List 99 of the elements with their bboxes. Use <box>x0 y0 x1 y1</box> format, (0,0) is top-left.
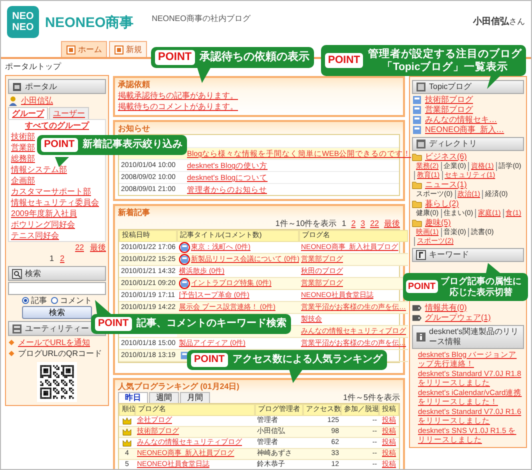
utility-icon <box>12 324 22 334</box>
topic-icon <box>416 82 426 92</box>
nav-tab[interactable]: 新規 <box>109 41 147 57</box>
keyword-icon <box>416 250 426 260</box>
page-link[interactable]: 2 <box>351 218 356 229</box>
search-button[interactable]: 検索 <box>22 306 92 319</box>
point-label: POINT <box>191 353 228 367</box>
panel-title: お知らせ <box>118 123 151 134</box>
radio-button[interactable] <box>51 297 58 304</box>
breadcrumb: ポータルトップ <box>5 61 62 72</box>
period-tab[interactable]: 月間 <box>180 392 210 403</box>
group-link[interactable]: 情報システム部 <box>11 164 67 175</box>
group-link[interactable]: 情報セキュリティ委員会 <box>11 197 99 208</box>
section-title: desknet's関連製品のリリース情報 <box>429 326 520 347</box>
topic-blog-link[interactable]: 技術部ブログ <box>425 95 473 105</box>
point-label: POINT <box>95 317 132 331</box>
user-name: 小田信弘さん <box>473 16 525 27</box>
page-link[interactable]: 3 <box>360 218 366 229</box>
page-link[interactable]: 1 <box>342 218 346 229</box>
group-link[interactable]: テニス同好会 <box>11 230 59 241</box>
utility-link[interactable]: メールでURLを通知 <box>18 337 90 348</box>
callout-pointer <box>55 157 69 167</box>
section-title: キーワード <box>429 250 469 260</box>
keyword-link[interactable]: 情報共有(0) <box>425 302 467 313</box>
last-page-link[interactable]: 最後 <box>384 218 400 229</box>
topic-blog-link[interactable]: みんなの情報セキ… <box>425 115 497 125</box>
radio-button[interactable] <box>22 297 29 304</box>
logo-text: NEO <box>12 10 34 22</box>
bullet-icon <box>8 339 15 346</box>
group-link[interactable]: 2009年度新入社員 <box>11 208 77 219</box>
group-link[interactable]: 総務部 <box>11 153 35 164</box>
blog-icon <box>412 125 422 135</box>
group-link[interactable]: カスタマーサポート部 <box>11 186 91 197</box>
info-icon <box>416 332 426 342</box>
panel-title: 承認依頼 <box>118 79 151 90</box>
panel-title: 人気ブログランキング (01月24日) <box>118 381 240 392</box>
last-page-link[interactable]: 最後 <box>90 242 106 253</box>
result-count: 1件～10件を表示 <box>275 218 337 229</box>
group-link[interactable]: 企画部 <box>11 175 35 186</box>
point-label: POINT <box>155 50 195 66</box>
group-tab[interactable]: グループ <box>8 107 48 119</box>
all-groups-link[interactable]: すべてのグループ <box>11 120 103 131</box>
logo-text: NEO <box>12 22 34 32</box>
blog-icon <box>412 105 422 115</box>
tab-icon <box>114 44 124 54</box>
panel-title: 新着記事 <box>118 207 151 218</box>
tag-icon <box>412 312 422 323</box>
section-title: 検索 <box>25 268 41 279</box>
section-title: ユーティリティー <box>25 323 89 334</box>
keyword-link[interactable]: グループウェア(1) <box>425 312 491 323</box>
point-label: POINT <box>325 53 364 68</box>
period-tab[interactable]: 昨日 <box>118 392 148 403</box>
nav-tab[interactable]: ホーム <box>61 41 107 57</box>
approval-link[interactable]: 掲載承認待ちの記事があります。 <box>118 90 238 101</box>
search-icon <box>12 268 22 278</box>
qr-code <box>37 362 77 402</box>
blog-icon <box>412 95 422 105</box>
directory-icon <box>416 139 426 149</box>
next-page-link[interactable]: 22 <box>370 218 379 229</box>
tab-icon <box>66 44 76 54</box>
topic-blog-link[interactable]: 営業部ブログ <box>425 105 473 115</box>
next-page-link[interactable]: 22 <box>75 242 84 253</box>
user-link[interactable]: 小田信弘 <box>21 95 53 106</box>
category-link[interactable]: 暮らし(2) <box>425 199 459 209</box>
period-tab[interactable]: 週間 <box>149 392 179 403</box>
search-option[interactable]: 記事 <box>22 295 47 306</box>
approval-link[interactable]: 掲載待ちのコメントがあります。 <box>118 101 238 112</box>
callout-text: 新着記事表示絞り込み <box>82 139 183 151</box>
tag-icon <box>412 302 422 313</box>
callout-text: 管理者が設定する注目のブログ 「Topicブログ」一覧表示 <box>368 48 522 74</box>
topic-blog-link[interactable]: NEONEO商事_新入… <box>425 125 504 135</box>
group-link[interactable]: 営業部 <box>11 142 35 153</box>
tagline: NEONEO商事の社内ブログ <box>152 13 250 24</box>
page-link[interactable]: 2 <box>60 253 64 264</box>
section-title: ポータル <box>25 81 57 92</box>
category-link[interactable]: 趣味(5) <box>425 218 451 228</box>
user-icon <box>8 96 18 106</box>
section-title: Topicブログ <box>429 82 472 92</box>
result-count: 1件～5件を表示 <box>343 392 400 403</box>
group-tab[interactable]: ユーザー <box>49 107 89 119</box>
bullet-icon <box>8 350 15 357</box>
utility-link[interactable]: ブログURLのQRコード <box>18 348 102 359</box>
page-link[interactable]: 1 <box>50 253 54 264</box>
callout-text: ブログ記事の属性に 応じた表示切替 <box>440 276 522 298</box>
search-field[interactable] <box>8 282 106 295</box>
portal-icon <box>12 82 22 92</box>
site-name: NEONEO商事 <box>45 14 134 30</box>
blog-icon <box>412 115 422 125</box>
callout-text: 承認待ちの依頼の表示 <box>200 51 310 64</box>
category-link[interactable]: ニュース(1) <box>425 180 467 190</box>
callout-text: 記事、コメントのキーワード検索 <box>136 318 287 330</box>
group-link[interactable]: 技術部 <box>11 131 35 142</box>
point-label: POINT <box>41 138 78 152</box>
point-label: POINT <box>406 280 438 294</box>
section-title: ディレクトリ <box>429 139 477 149</box>
group-link[interactable]: ボウリング同好会 <box>11 219 75 230</box>
callout-text: アクセス数による人気ランキング <box>232 354 383 366</box>
category-link[interactable]: ビジネス(6) <box>425 152 467 162</box>
search-option[interactable]: コメント <box>51 295 92 306</box>
